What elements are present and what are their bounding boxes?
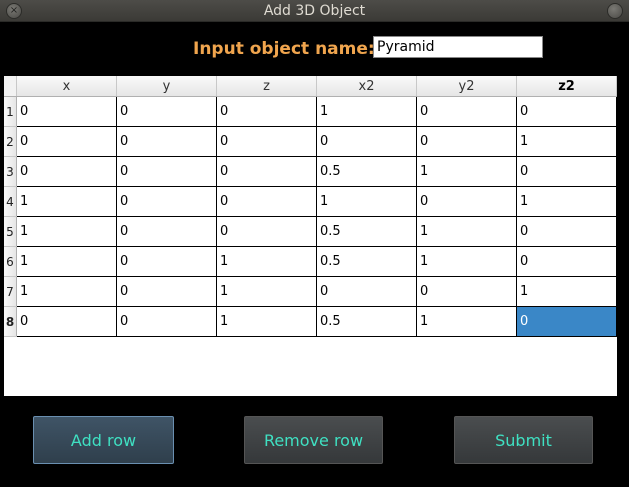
table-cell-y2[interactable]: 0 — [416, 126, 517, 157]
table-cell-z[interactable]: 1 — [216, 246, 317, 277]
table-row: 1000100 — [4, 96, 617, 127]
corner-cell[interactable] — [4, 76, 17, 97]
table-cell-z2[interactable]: 0 — [516, 156, 617, 187]
table-cell-z2[interactable]: 0 — [516, 216, 617, 247]
table-cell-x[interactable]: 0 — [16, 156, 117, 187]
table-cell-z2[interactable]: 1 — [516, 186, 617, 217]
add-row-button[interactable]: Add row — [33, 416, 174, 464]
table-cell-x2[interactable]: 0 — [316, 126, 417, 157]
table-cell-y[interactable]: 0 — [116, 186, 217, 217]
table-cell-y[interactable]: 0 — [116, 276, 217, 307]
submit-button[interactable]: Submit — [454, 416, 593, 464]
table-cell-x[interactable]: 1 — [16, 216, 117, 247]
table-cell-z[interactable]: 0 — [216, 96, 317, 127]
column-header-z[interactable]: z — [216, 76, 317, 97]
table-cell-z[interactable]: 0 — [216, 186, 317, 217]
table-cell-y[interactable]: 0 — [116, 246, 217, 277]
table-cell-x[interactable]: 1 — [16, 246, 117, 277]
table-cell-z2[interactable]: 0 — [516, 96, 617, 127]
table-cell-z2[interactable]: 0 — [516, 246, 617, 277]
table-cell-y2[interactable]: 1 — [416, 306, 517, 337]
table-cell-z[interactable]: 0 — [216, 216, 317, 247]
table-cell-y2[interactable]: 0 — [416, 276, 517, 307]
title-bar: × Add 3D Object — [0, 0, 629, 22]
row-number[interactable]: 1 — [4, 96, 17, 127]
object-name-label: Input object name: — [193, 39, 375, 59]
table-cell-y[interactable]: 0 — [116, 306, 217, 337]
table-header-row: x y z x2 y2 z2 — [4, 76, 617, 97]
window-title: Add 3D Object — [263, 2, 366, 19]
table-cell-x2[interactable]: 0.5 — [316, 156, 417, 187]
table-cell-x2[interactable]: 1 — [316, 96, 417, 127]
maximize-icon[interactable] — [607, 3, 623, 19]
row-number[interactable]: 8 — [4, 306, 17, 337]
table-cell-x2[interactable]: 0.5 — [316, 246, 417, 277]
table-row: 3 0 0 0 0.5 1 0 — [4, 156, 617, 187]
table-cell-x[interactable]: 0 — [16, 126, 117, 157]
table-cell-y[interactable]: 0 — [116, 216, 217, 247]
table-row: 5 1 0 0 0.5 1 0 — [4, 216, 617, 247]
table-cell-z[interactable]: 1 — [216, 276, 317, 307]
table-cell-z2[interactable]: 1 — [516, 126, 617, 157]
table-cell-x[interactable]: 0 — [16, 306, 117, 337]
table-cell-y2[interactable]: 1 — [416, 246, 517, 277]
table-cell-x[interactable]: 1 — [16, 276, 117, 307]
table-row: 2000001 — [4, 126, 617, 157]
table-cell-y[interactable]: 0 — [116, 156, 217, 187]
row-number[interactable]: 7 — [4, 276, 17, 307]
table-row: 4100101 — [4, 186, 617, 217]
column-header-z2[interactable]: z2 — [516, 76, 617, 97]
table-cell-y[interactable]: 0 — [116, 96, 217, 127]
table-row: 7101001 — [4, 276, 617, 307]
table-cell-x2[interactable]: 1 — [316, 186, 417, 217]
table-cell-y2[interactable]: 0 — [416, 186, 517, 217]
table-row: 6 1 0 1 0.5 1 0 — [4, 246, 617, 277]
row-number[interactable]: 2 — [4, 126, 17, 157]
object-name-input[interactable] — [373, 36, 543, 58]
table-cell-y[interactable]: 0 — [116, 126, 217, 157]
table-cell-z2[interactable]: 1 — [516, 276, 617, 307]
table-cell-z2[interactable]: 0 — [516, 306, 617, 337]
table-cell-y2[interactable]: 1 — [416, 216, 517, 247]
table-cell-x2[interactable]: 0.5 — [316, 216, 417, 247]
row-number[interactable]: 5 — [4, 216, 17, 247]
table-cell-x[interactable]: 0 — [16, 96, 117, 127]
coordinates-table: x y z x2 y2 z2 1 0 0 0 1 0 0 2 0 0 0 0 0 1 3 0 0 0 0.5 1 0 4 1 0 0 1 0 1… — [4, 76, 617, 396]
table-cell-x2[interactable]: 0.5 — [316, 306, 417, 337]
table-cell-x2[interactable]: 0 — [316, 276, 417, 307]
column-header-y[interactable]: y — [116, 76, 217, 97]
object-name-row: Input object name: — [0, 34, 629, 64]
row-number[interactable]: 4 — [4, 186, 17, 217]
table-cell-z[interactable]: 1 — [216, 306, 317, 337]
table-row: 8 0 0 1 0.5 1 0 — [4, 306, 617, 337]
table-cell-z[interactable]: 0 — [216, 126, 317, 157]
column-header-x[interactable]: x — [16, 76, 117, 97]
table-cell-y2[interactable]: 0 — [416, 96, 517, 127]
coordinates-grid: x y z x2 y2 z2 1 0 0 0 1 0 0 2 0 0 0 0 0 1 3 0 0 0 0.5 1 0 4 1 0 0 1 0 1… — [4, 76, 617, 337]
row-number[interactable]: 3 — [4, 156, 17, 187]
table-cell-y2[interactable]: 1 — [416, 156, 517, 187]
column-header-y2[interactable]: y2 — [416, 76, 517, 97]
table-cell-z[interactable]: 0 — [216, 156, 317, 187]
table-cell-x[interactable]: 1 — [16, 186, 117, 217]
remove-row-button[interactable]: Remove row — [244, 416, 383, 464]
row-number[interactable]: 6 — [4, 246, 17, 277]
close-icon[interactable]: × — [6, 3, 22, 19]
column-header-x2[interactable]: x2 — [316, 76, 417, 97]
